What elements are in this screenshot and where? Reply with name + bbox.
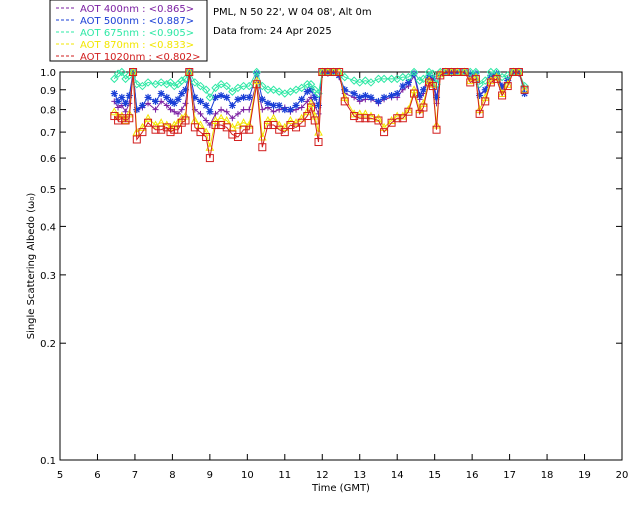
data-point	[350, 90, 358, 98]
data-point	[374, 97, 382, 105]
albedo-chart: AOT 400nm : <0.865>AOT 500nm : <0.887>AO…	[26, 0, 629, 494]
data-point	[245, 93, 253, 101]
data-point	[380, 93, 388, 101]
x-axis-title: Time (GMT)	[311, 483, 370, 494]
data-point	[286, 106, 294, 114]
y-axis: 0.1 0.2 0.3 0.4 0.5 0.6 0.7 0.8 0.9 1.0	[40, 68, 622, 467]
x-tick-label: 8	[169, 470, 175, 481]
series-layer	[109, 67, 529, 163]
y-tick-label: 0.2	[40, 339, 56, 350]
x-tick-label: 17	[503, 470, 516, 481]
location-text: PML, N 50 22', W 04 08', Alt 0m	[213, 7, 372, 18]
legend-label: AOT 500nm : <0.887>	[80, 16, 194, 27]
legend: AOT 400nm : <0.865>AOT 500nm : <0.887>AO…	[49, 0, 208, 63]
data-point	[197, 97, 204, 105]
y-tick-label: 0.5	[40, 185, 56, 196]
y-tick-label: 0.4	[40, 222, 56, 233]
y-axis-title: Single Scattering Albedo (ω₀)	[26, 193, 37, 340]
data-point	[399, 82, 407, 90]
x-tick-label: 12	[316, 470, 329, 481]
legend-label: AOT 400nm : <0.865>	[80, 4, 194, 15]
data-point	[138, 101, 146, 109]
data-point	[202, 101, 210, 109]
date-text: Data from: 24 Apr 2025	[213, 26, 332, 37]
y-tick-label: 0.3	[40, 271, 56, 282]
data-point	[298, 95, 306, 103]
data-point	[292, 101, 300, 109]
data-point	[311, 93, 319, 101]
data-point	[367, 93, 375, 101]
y-tick-label: 0.8	[40, 106, 56, 117]
x-tick-label: 10	[241, 470, 254, 481]
x-tick-label: 13	[353, 470, 366, 481]
x-tick-label: 16	[466, 470, 479, 481]
x-tick-label: 15	[428, 470, 441, 481]
x-tick-label: 9	[207, 470, 213, 481]
data-point	[223, 93, 231, 101]
data-point	[109, 107, 119, 116]
data-point	[144, 93, 152, 101]
y-tick-label: 0.1	[40, 456, 56, 467]
data-point	[275, 101, 283, 109]
legend-label: AOT 675nm : <0.905>	[80, 28, 194, 39]
data-point	[174, 95, 182, 103]
data-point	[228, 101, 236, 109]
legend-label: AOT 1020nm : <0.802>	[80, 52, 200, 63]
data-point	[157, 90, 165, 98]
x-tick-label: 18	[541, 470, 554, 481]
y-tick-label: 0.9	[40, 86, 56, 97]
y-tick-label: 0.7	[40, 128, 56, 139]
x-tick-label: 14	[391, 470, 404, 481]
x-tick-label: 6	[94, 470, 100, 481]
x-tick-label: 5	[57, 470, 63, 481]
legend-label: AOT 870nm : <0.833>	[80, 40, 194, 51]
x-tick-label: 11	[278, 470, 291, 481]
data-point	[133, 106, 141, 114]
y-tick-label: 0.6	[40, 154, 56, 165]
data-point	[118, 93, 126, 101]
data-point	[258, 95, 266, 103]
data-point	[152, 97, 160, 105]
data-point	[122, 99, 130, 107]
data-point	[206, 108, 214, 116]
data-point	[393, 90, 401, 98]
data-point	[182, 100, 189, 107]
x-axis: 5 6 7 8 9 10 11 12 13 14 15 16 17 18 19 20	[57, 72, 629, 481]
y-tick-label: 1.0	[40, 68, 56, 79]
x-tick-label: 7	[132, 470, 138, 481]
x-tick-label: 20	[616, 470, 629, 481]
x-tick-label: 19	[578, 470, 591, 481]
data-point	[110, 90, 118, 98]
